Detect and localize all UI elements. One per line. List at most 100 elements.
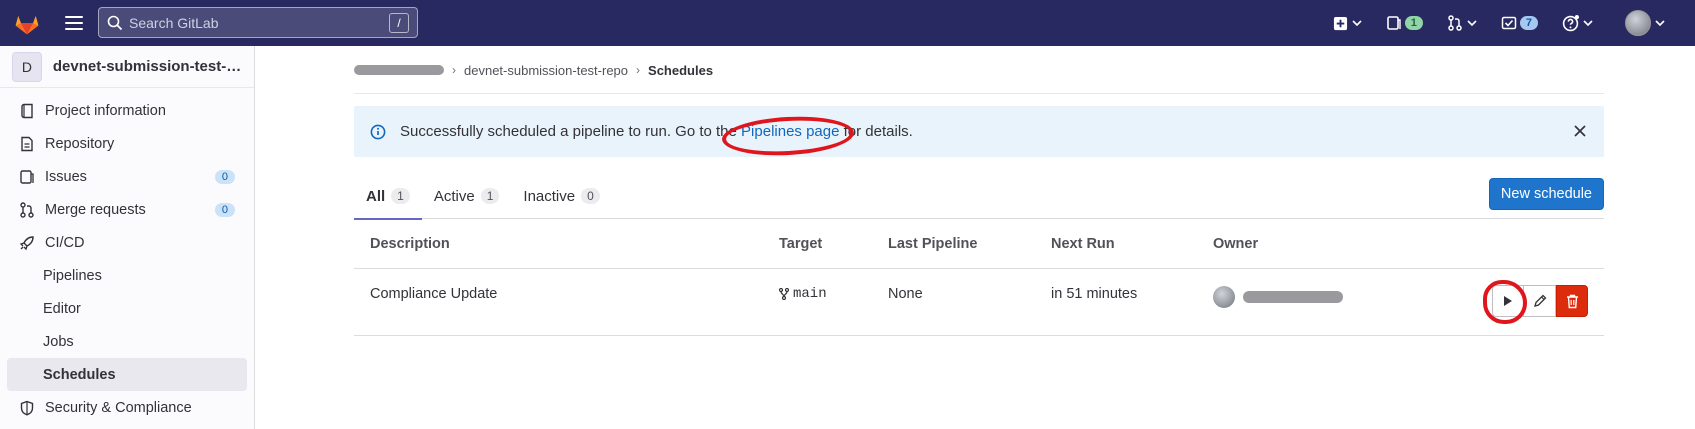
chevron-down-icon <box>1467 20 1477 27</box>
merge-requests-nav-button[interactable] <box>1441 8 1483 38</box>
schedules-table: Description Target Last Pipeline Next Ru… <box>354 219 1604 336</box>
alert-text-before: Successfully scheduled a pipeline to run… <box>400 123 742 140</box>
new-schedule-button[interactable]: New schedule <box>1488 178 1604 210</box>
search-input[interactable] <box>129 14 389 31</box>
sidebar-item-editor[interactable]: Editor <box>7 292 247 325</box>
gitlab-logo-icon[interactable] <box>13 9 41 37</box>
merge-requests-count-badge: 0 <box>214 202 235 217</box>
play-icon <box>1504 296 1512 306</box>
schedule-last-pipeline: None <box>888 286 923 302</box>
chevron-down-icon <box>1352 20 1362 27</box>
sidebar-item-repository[interactable]: Repository <box>7 127 247 160</box>
target-branch-name: main <box>793 286 827 302</box>
sidebar-item-schedules[interactable]: Schedules <box>7 358 247 391</box>
issues-icon <box>19 169 35 185</box>
tab-label: Inactive <box>523 187 576 205</box>
schedule-next-run: in 51 minutes <box>1051 286 1138 302</box>
chevron-right-icon: › <box>452 63 456 77</box>
plus-square-icon <box>1333 16 1347 30</box>
chevron-down-icon <box>1583 20 1593 27</box>
chevron-right-icon: › <box>636 63 641 77</box>
rocket-icon <box>19 235 35 251</box>
search-icon <box>107 15 123 30</box>
sidebar-item-issues[interactable]: Issues 0 <box>7 160 247 193</box>
table-row: Compliance Update main None in 51 minute… <box>354 269 1604 336</box>
doc-icon <box>19 136 35 152</box>
top-navbar: / 1 7 <box>0 0 1695 46</box>
sidebar-item-label: Jobs <box>43 333 74 350</box>
merge-icon <box>19 201 35 218</box>
table-header: Description Target Last Pipeline Next Ru… <box>354 219 1604 269</box>
chevron-down-icon <box>1655 20 1665 27</box>
help-dropdown[interactable] <box>1556 8 1599 38</box>
pencil-icon <box>1533 294 1546 307</box>
project-header[interactable]: D devnet-submission-test-r... <box>0 46 254 88</box>
sidebar-item-merge-requests[interactable]: Merge requests 0 <box>7 193 247 226</box>
close-icon <box>1574 125 1586 137</box>
user-menu-dropdown[interactable] <box>1619 8 1671 38</box>
pipelines-page-link[interactable]: Pipelines page <box>741 123 839 140</box>
column-header-owner: Owner <box>1213 235 1259 252</box>
success-alert: Successfully scheduled a pipeline to run… <box>354 106 1604 157</box>
column-header-target: Target <box>779 235 823 252</box>
issues-count-badge: 1 <box>1404 16 1423 30</box>
info-icon <box>19 103 35 119</box>
tab-inactive[interactable]: Inactive 0 <box>511 173 611 219</box>
issues-count-badge: 0 <box>214 169 235 184</box>
tab-label: All <box>366 187 386 205</box>
shield-icon <box>19 400 35 416</box>
sidebar-item-project-information[interactable]: Project information <box>7 94 247 127</box>
owner-redacted-name <box>1243 291 1343 303</box>
breadcrumb-current[interactable]: Schedules <box>648 63 713 78</box>
sidebar-nav: Project information Repository Issues 0 … <box>0 94 254 424</box>
issues-icon <box>1386 16 1401 30</box>
schedule-description: Compliance Update <box>370 286 498 302</box>
breadcrumb-repo-link[interactable]: devnet-submission-test-repo <box>464 63 628 78</box>
tab-label: Active <box>433 187 475 205</box>
row-actions <box>1492 285 1588 317</box>
sidebar-item-label: Issues <box>45 168 87 185</box>
edit-schedule-button[interactable] <box>1524 285 1556 317</box>
create-new-dropdown[interactable] <box>1327 8 1368 38</box>
sidebar-item-label: Editor <box>43 300 81 317</box>
search-box[interactable]: / <box>98 7 418 38</box>
sidebar-item-label: Repository <box>45 135 115 152</box>
todo-check-icon <box>1501 16 1517 30</box>
sidebar-item-security-compliance[interactable]: Security & Compliance <box>7 391 247 424</box>
sidebar-item-label: Schedules <box>43 366 116 383</box>
menu-hamburger-icon[interactable] <box>65 16 83 30</box>
user-avatar <box>1625 10 1651 36</box>
sidebar-item-jobs[interactable]: Jobs <box>7 325 247 358</box>
alert-message: Successfully scheduled a pipeline to run… <box>400 123 913 140</box>
alert-close-button[interactable] <box>1570 121 1590 141</box>
help-question-icon <box>1562 14 1579 31</box>
play-schedule-button[interactable] <box>1492 285 1524 317</box>
sidebar-item-label: CI/CD <box>45 234 85 251</box>
project-name: devnet-submission-test-r... <box>52 58 242 75</box>
sidebar-item-label: Pipelines <box>43 267 102 284</box>
schedule-owner[interactable] <box>1213 269 1473 308</box>
issues-nav-button[interactable]: 1 <box>1380 8 1429 38</box>
project-sidebar: D devnet-submission-test-r... Project in… <box>0 46 255 429</box>
breadcrumb-redacted-namespace[interactable] <box>354 65 444 75</box>
todos-nav-button[interactable]: 7 <box>1495 8 1544 38</box>
project-avatar: D <box>12 51 42 82</box>
sidebar-item-label: Security & Compliance <box>45 399 192 416</box>
sidebar-item-label: Merge requests <box>45 201 146 218</box>
schedule-tabs: All 1 Active 1 Inactive 0 <box>354 173 1604 220</box>
owner-avatar <box>1213 286 1235 308</box>
alert-text-after: for details. <box>839 123 913 140</box>
todos-count-badge: 7 <box>1519 16 1538 30</box>
sidebar-item-pipelines[interactable]: Pipelines <box>7 259 247 292</box>
column-header-description: Description <box>370 235 450 252</box>
sidebar-item-ci-cd[interactable]: CI/CD <box>7 226 247 259</box>
column-header-last-pipeline: Last Pipeline <box>888 235 978 252</box>
sidebar-item-label: Project information <box>45 102 166 119</box>
navbar-right: 1 7 <box>1315 0 1695 46</box>
info-circle-icon <box>370 124 386 139</box>
schedule-target[interactable]: main <box>779 269 888 302</box>
tab-active[interactable]: Active 1 <box>422 173 512 219</box>
tab-all[interactable]: All 1 <box>354 173 422 220</box>
delete-schedule-button[interactable] <box>1556 285 1588 317</box>
search-shortcut-key: / <box>389 12 409 33</box>
